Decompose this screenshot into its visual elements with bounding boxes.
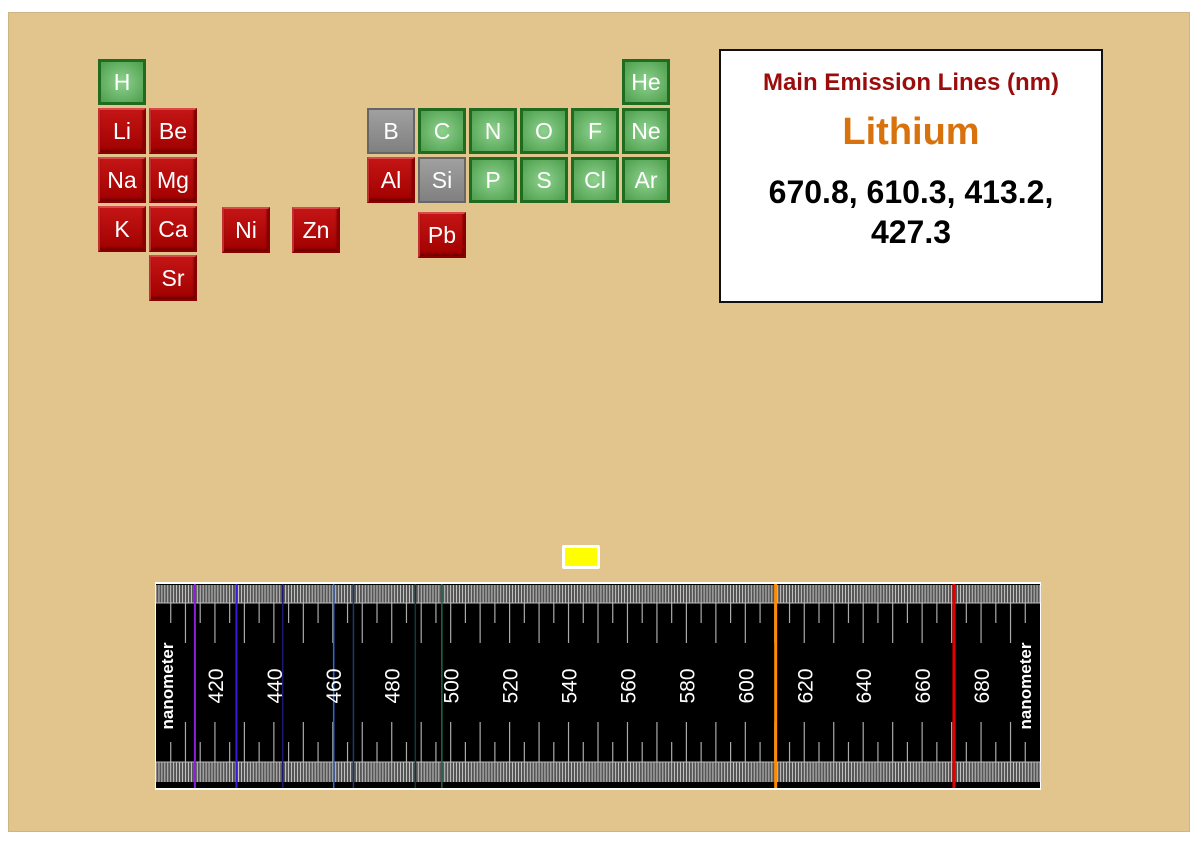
tick-label: 480 bbox=[382, 668, 405, 703]
tick-label: 580 bbox=[676, 668, 699, 703]
tick-label: 540 bbox=[559, 668, 582, 703]
element-f[interactable]: F bbox=[571, 108, 619, 154]
element-o[interactable]: O bbox=[520, 108, 568, 154]
spectrum-scale: 420 440 460 480 500 520 540 560 580 600 620 640 660 6… bbox=[155, 582, 1041, 790]
element-na[interactable]: Na bbox=[98, 157, 146, 203]
unit-label-right: nanometer bbox=[1016, 642, 1035, 729]
unit-label-left: nanometer bbox=[158, 642, 177, 729]
element-k[interactable]: K bbox=[98, 206, 146, 252]
element-he[interactable]: He bbox=[622, 59, 670, 105]
element-ne[interactable]: Ne bbox=[622, 108, 670, 154]
element-b[interactable]: B bbox=[367, 108, 415, 154]
element-s[interactable]: S bbox=[520, 157, 568, 203]
element-c[interactable]: C bbox=[418, 108, 466, 154]
info-title: Main Emission Lines (nm) bbox=[762, 69, 1060, 96]
element-mg[interactable]: Mg bbox=[149, 157, 197, 203]
element-sr[interactable]: Sr bbox=[149, 255, 197, 301]
element-li[interactable]: Li bbox=[98, 108, 146, 154]
tick-label: 600 bbox=[735, 668, 758, 703]
element-n[interactable]: N bbox=[469, 108, 517, 154]
tick-label: 640 bbox=[853, 668, 876, 703]
tick-label: 420 bbox=[205, 668, 228, 703]
tick-label: 680 bbox=[971, 668, 994, 703]
tick-label: 620 bbox=[794, 668, 817, 703]
element-ca[interactable]: Ca bbox=[149, 206, 197, 252]
element-be[interactable]: Be bbox=[149, 108, 197, 154]
tick-label: 660 bbox=[912, 668, 935, 703]
element-pb[interactable]: Pb bbox=[418, 212, 466, 258]
tick-label: 440 bbox=[264, 668, 287, 703]
tick-label: 460 bbox=[323, 668, 346, 703]
element-p[interactable]: P bbox=[469, 157, 517, 203]
element-zn[interactable]: Zn bbox=[292, 207, 340, 253]
element-cl[interactable]: Cl bbox=[571, 157, 619, 203]
element-ar[interactable]: Ar bbox=[622, 157, 670, 203]
element-name: Lithium bbox=[842, 111, 980, 153]
color-swatch bbox=[562, 545, 600, 569]
element-al[interactable]: Al bbox=[367, 157, 415, 203]
emission-lines-values: 670.8, 610.3, 413.2, 427.3 bbox=[768, 174, 1054, 250]
tick-label: 500 bbox=[441, 668, 464, 703]
tick-label: 520 bbox=[500, 668, 523, 703]
tick-label: 560 bbox=[617, 668, 640, 703]
element-ni[interactable]: Ni bbox=[222, 207, 270, 253]
element-si[interactable]: Si bbox=[418, 157, 466, 203]
element-h[interactable]: H bbox=[98, 59, 146, 105]
stage: H He Li Be B C N O F Ne Na Mg Al Si P S Cl Ar K Ca Ni Zn Pb Sr … bbox=[8, 12, 1190, 832]
emission-info-panel: Main Emission Lines (nm) Lithium 670.8, … bbox=[719, 49, 1103, 303]
